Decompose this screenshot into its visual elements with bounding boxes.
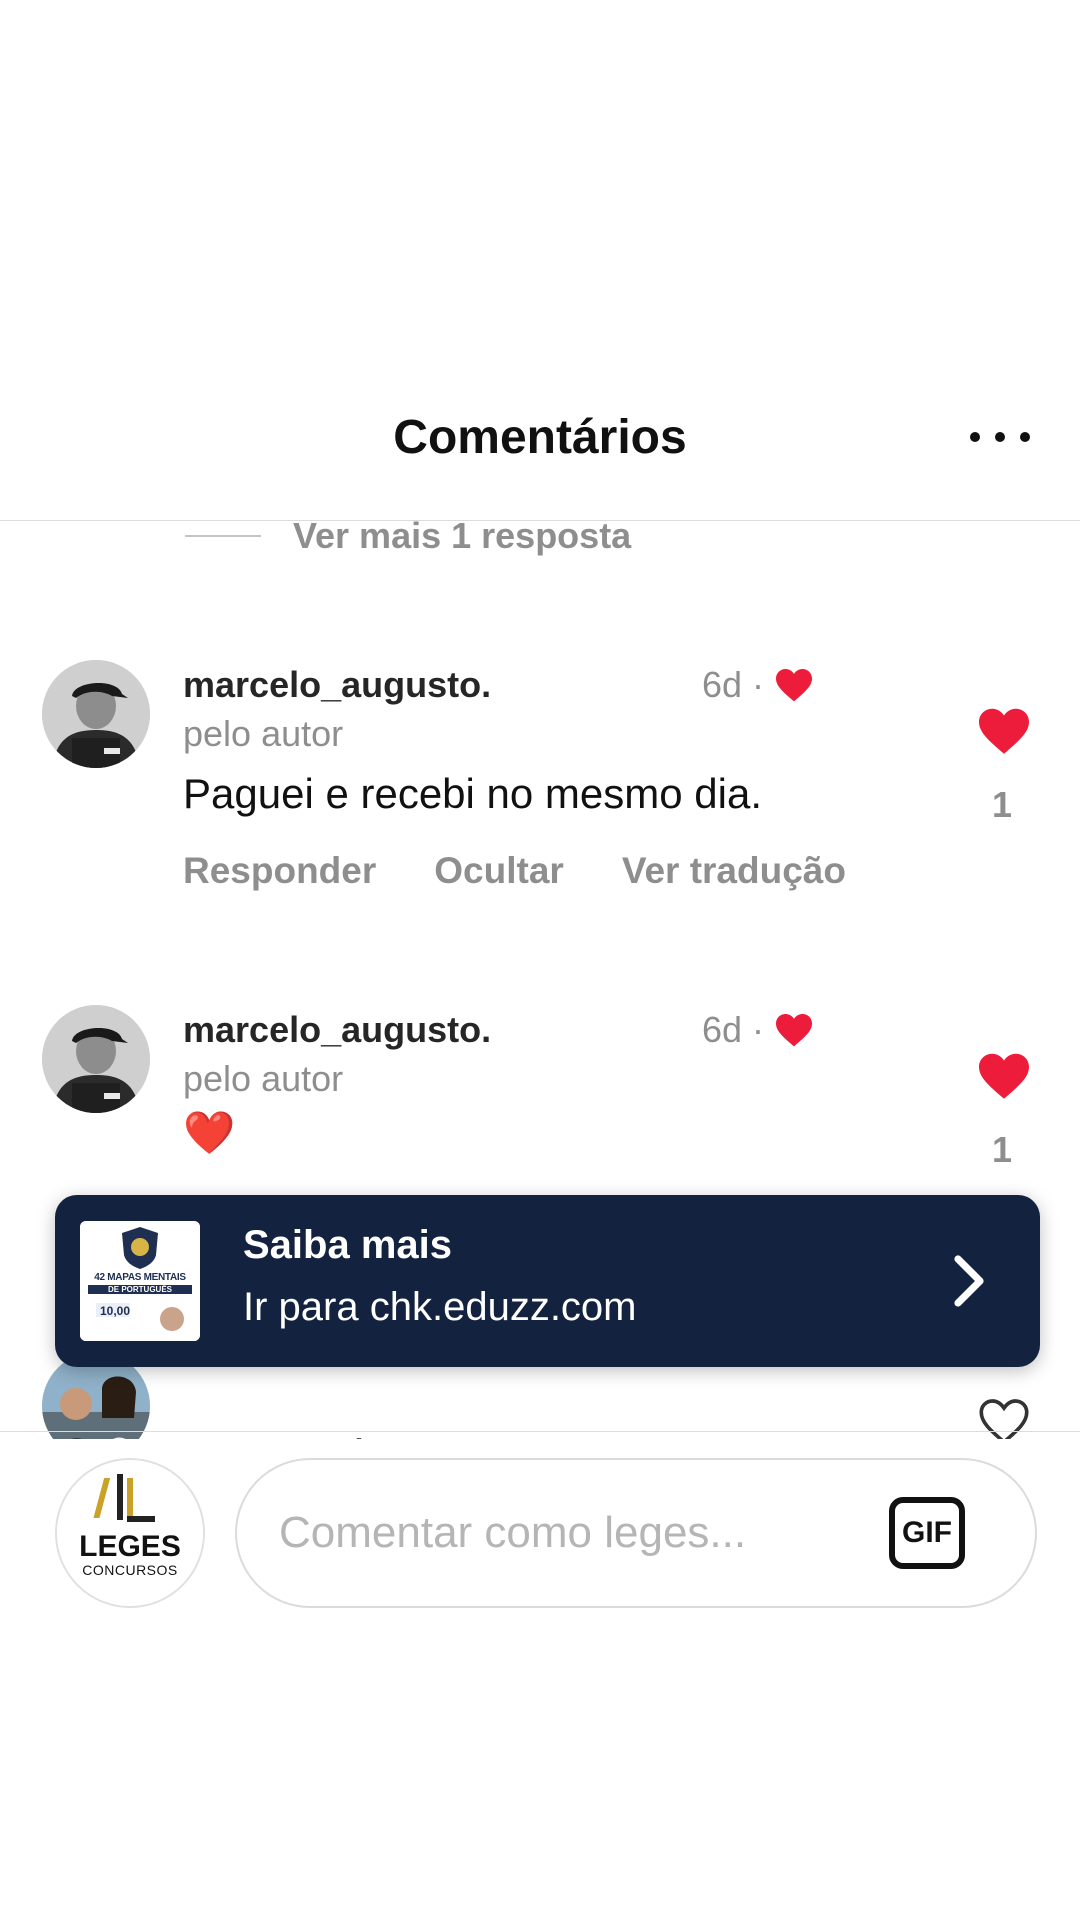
- logo-text-line2: CONCURSOS: [82, 1562, 178, 1578]
- gif-button[interactable]: GIF: [889, 1497, 965, 1569]
- by-author-label: pelo autor: [183, 1058, 344, 1099]
- more-options-button[interactable]: [970, 425, 1030, 449]
- comment-meta: 6d ·: [702, 1009, 814, 1051]
- like-count: 1: [992, 784, 1013, 825]
- by-author-label: pelo autor: [183, 713, 344, 754]
- composer-divider: [0, 1431, 1080, 1432]
- author-liked-heart-icon: [776, 668, 813, 702]
- promo-banner[interactable]: 42 MAPAS MENTAIS DE PORTUGUÊS 10,00 Saib…: [55, 1195, 1040, 1367]
- user-photo-icon: [42, 1005, 150, 1113]
- comment-time: 6d: [702, 1009, 743, 1050]
- current-user-avatar[interactable]: LEGES CONCURSOS: [55, 1458, 205, 1608]
- comment-username[interactable]: marcelo_augusto.: [183, 664, 491, 706]
- comment-text: ❤️: [183, 1109, 236, 1156]
- comments-header: Comentários: [0, 395, 1080, 520]
- comment-text: Opa, será se serve para: [183, 1431, 634, 1439]
- liked-heart-icon[interactable]: [976, 1051, 1032, 1101]
- meta-separator: ·: [752, 664, 765, 705]
- heart-outline-icon[interactable]: [976, 1396, 1032, 1439]
- logo-text-line1: LEGES: [79, 1530, 181, 1563]
- promo-subtitle: Ir para chk.eduzz.com: [243, 1285, 637, 1329]
- liked-heart-icon[interactable]: [976, 706, 1032, 756]
- comment-username[interactable]: marcelo_augusto.: [183, 1009, 491, 1051]
- view-more-replies-button[interactable]: Ver mais 1 resposta: [185, 521, 631, 561]
- avatar[interactable]: [42, 1005, 150, 1113]
- dot-icon: [970, 432, 980, 442]
- dot-icon: [995, 432, 1005, 442]
- author-liked-heart-icon: [776, 1013, 813, 1047]
- comment-time: 6d: [702, 664, 743, 705]
- see-translation-button[interactable]: Ver tradução: [622, 850, 846, 892]
- promo-title: Saiba mais: [243, 1223, 453, 1267]
- avatar[interactable]: [42, 660, 150, 768]
- dot-icon: [1020, 432, 1030, 442]
- reply-button[interactable]: Responder: [183, 850, 376, 892]
- like-count: 1: [992, 1129, 1013, 1170]
- comment-item: marcelo_augusto. 6d · pelo autor Paguei …: [0, 636, 1080, 896]
- chevron-right-icon: [954, 1255, 984, 1307]
- thread-line: [185, 535, 261, 537]
- promo-thumb-line2: DE PORTUGUÊS: [107, 1285, 172, 1294]
- comment-input[interactable]: [279, 1498, 839, 1568]
- promo-thumb-price: 10,00: [100, 1304, 131, 1318]
- comment-input-container: GIF: [235, 1458, 1037, 1608]
- comments-screen: Comentários Ver mais 1 resposta marcelo_…: [0, 0, 1080, 1920]
- user-photo-icon: [42, 660, 150, 768]
- comment-meta: 6d ·: [702, 664, 814, 706]
- page-title: Comentários: [393, 411, 687, 464]
- meta-separator: ·: [752, 1009, 765, 1050]
- comment-actions: Responder Ocultar Ver tradução: [183, 850, 904, 892]
- comment-item: marcelo_augusto. 6d · pelo autor ❤️ 1: [0, 981, 1080, 1181]
- promo-thumb-line1: 42 MAPAS MENTAIS: [94, 1272, 186, 1283]
- comment-text: Paguei e recebi no mesmo dia.: [183, 770, 762, 817]
- view-more-replies-label: Ver mais 1 resposta: [293, 521, 632, 556]
- promo-thumbnail: 42 MAPAS MENTAIS DE PORTUGUÊS 10,00: [80, 1221, 200, 1341]
- hide-button[interactable]: Ocultar: [434, 850, 564, 892]
